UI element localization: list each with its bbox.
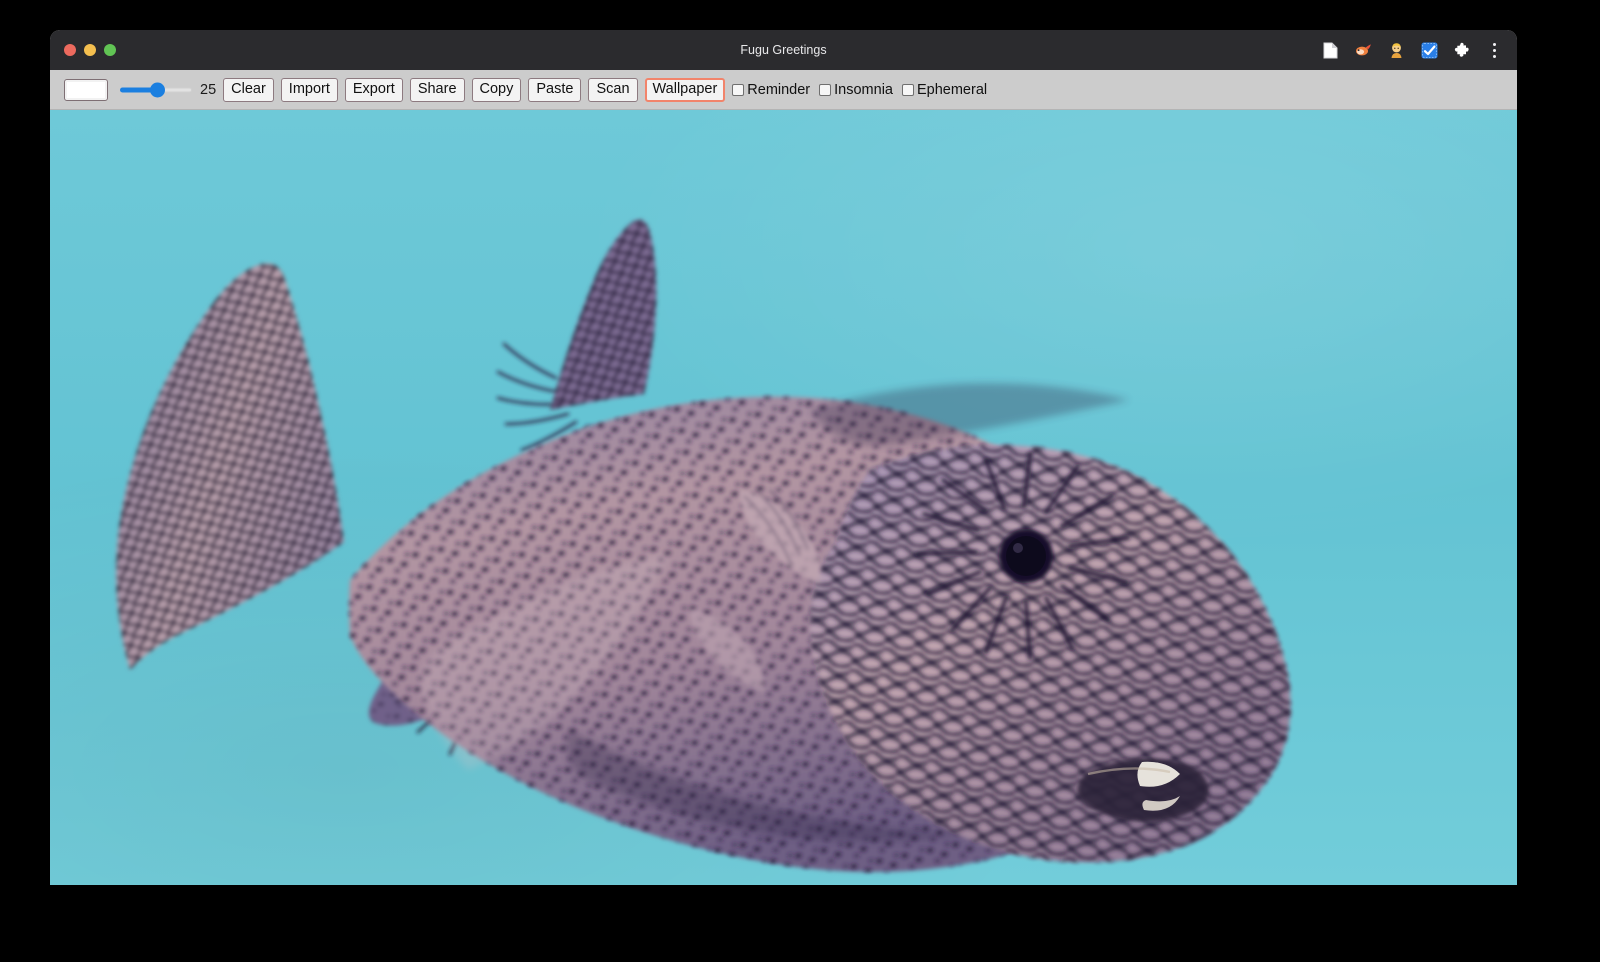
minimize-window-button[interactable] — [84, 44, 96, 56]
pufferfish-illustration — [50, 110, 1517, 885]
screen: Fugu Greetings — [0, 0, 1600, 962]
insomnia-checkbox-label: Insomnia — [834, 82, 893, 98]
insomnia-checkbox[interactable]: Insomnia — [819, 82, 893, 98]
slider-value-label: 25 — [200, 82, 216, 98]
ephemeral-checkbox[interactable]: Ephemeral — [902, 82, 987, 98]
slider-thumb[interactable] — [150, 82, 165, 97]
drawing-canvas[interactable] — [50, 110, 1517, 885]
size-slider[interactable] — [120, 80, 192, 100]
tail-fin — [116, 263, 344, 670]
browser-menu-icon[interactable] — [1485, 40, 1503, 60]
close-window-button[interactable] — [64, 44, 76, 56]
browser-window: Fugu Greetings — [50, 30, 1517, 885]
pufferfish-photo — [50, 110, 1517, 885]
profile-avatar-icon[interactable] — [1386, 40, 1406, 60]
reminder-checkbox-box[interactable] — [732, 84, 744, 96]
copy-button[interactable]: Copy — [472, 78, 522, 102]
sync-check-icon[interactable] — [1419, 40, 1439, 60]
reminder-checkbox-label: Reminder — [747, 82, 810, 98]
wallpaper-button[interactable]: Wallpaper — [645, 78, 726, 102]
paste-button[interactable]: Paste — [528, 78, 581, 102]
fugu-extension-icon[interactable] — [1353, 40, 1373, 60]
browser-toolbar-icons — [1320, 40, 1517, 60]
window-titlebar: Fugu Greetings — [50, 30, 1517, 70]
share-button[interactable]: Share — [410, 78, 465, 102]
app-toolbar: 25 Clear Import Export Share Copy Paste … — [50, 70, 1517, 110]
color-picker-input[interactable] — [64, 79, 108, 101]
scan-button[interactable]: Scan — [588, 78, 637, 102]
zoom-window-button[interactable] — [104, 44, 116, 56]
clear-button[interactable]: Clear — [223, 78, 274, 102]
import-button[interactable]: Import — [281, 78, 338, 102]
extensions-puzzle-icon[interactable] — [1452, 40, 1472, 60]
insomnia-checkbox-box[interactable] — [819, 84, 831, 96]
reminder-checkbox[interactable]: Reminder — [732, 82, 810, 98]
export-button[interactable]: Export — [345, 78, 403, 102]
traffic-light-buttons — [50, 44, 116, 56]
page-install-icon[interactable] — [1320, 40, 1340, 60]
ephemeral-checkbox-box[interactable] — [902, 84, 914, 96]
window-title: Fugu Greetings — [50, 43, 1517, 57]
ephemeral-checkbox-label: Ephemeral — [917, 82, 987, 98]
